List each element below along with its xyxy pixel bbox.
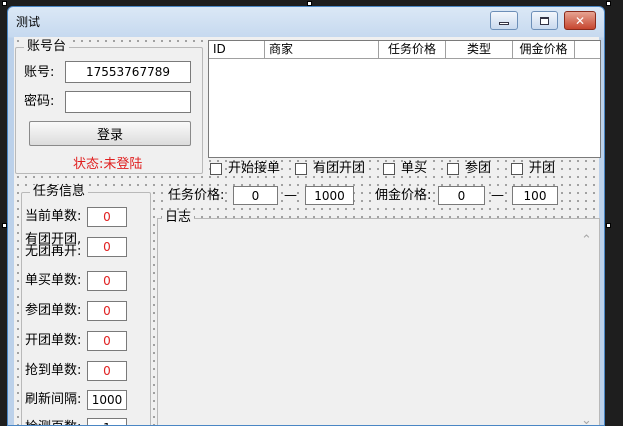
task-price-min-input[interactable] xyxy=(233,186,278,205)
task-info-label: 单买单数: xyxy=(25,273,82,288)
account-input[interactable] xyxy=(65,61,191,83)
checkbox-box xyxy=(511,163,523,175)
close-button[interactable]: ✕ xyxy=(564,11,596,30)
group-open-label: 有团开团 xyxy=(313,161,366,176)
task-info-group: 任务信息 当前单数: 有团开团, 无团再开: 单买单数: 参团单数: 开团单数: 抢到单数… xyxy=(21,185,151,425)
task-info-label: 抢到单数: xyxy=(25,363,82,378)
form-client-area: 账号台 账号: 密码: 登录 状态:未登陆 ID 商家 任务价格 类型 佣金价格… xyxy=(14,37,601,425)
start-accept-label: 开始接单 xyxy=(228,161,281,176)
log-scrollbar[interactable]: ⌃ ⌄ xyxy=(578,227,595,425)
task-info-value[interactable] xyxy=(87,361,127,381)
task-price-label: 任务价格: xyxy=(168,188,225,203)
log-textarea[interactable]: ⌃ ⌄ xyxy=(161,227,595,425)
log-group-title: 日志 xyxy=(162,211,195,225)
resize-handle[interactable] xyxy=(307,1,312,6)
maximize-button[interactable] xyxy=(531,11,558,30)
join-group-checkbox[interactable]: 参团 xyxy=(447,161,492,177)
task-info-value[interactable] xyxy=(87,418,127,425)
resize-handle[interactable] xyxy=(2,1,7,6)
checkbox-box xyxy=(383,163,395,175)
account-label: 账号: xyxy=(24,65,55,80)
commission-min-input[interactable] xyxy=(438,186,485,205)
account-group-title: 账号台 xyxy=(24,40,70,54)
close-icon: ✕ xyxy=(574,13,586,28)
login-button-label: 登录 xyxy=(96,128,123,143)
task-info-label: 刷新间隔: xyxy=(25,392,82,407)
main-window: 测试 ✕ 账号台 账号: 密码: 登录 状态:未登陆 ID 商家 xyxy=(7,6,605,426)
open-group-label: 开团 xyxy=(529,161,556,176)
log-group: 日志 ⌃ ⌄ xyxy=(157,211,600,425)
task-info-value[interactable] xyxy=(87,237,127,257)
task-price-max-input[interactable] xyxy=(305,186,354,205)
column-merchant[interactable]: 商家 xyxy=(265,41,379,58)
task-info-value[interactable] xyxy=(87,390,127,410)
column-task-price[interactable]: 任务价格 xyxy=(379,41,446,58)
open-group-checkbox[interactable]: 开团 xyxy=(511,161,556,177)
password-input[interactable] xyxy=(65,91,191,113)
task-info-value[interactable] xyxy=(87,301,127,321)
task-info-label: 开团单数: xyxy=(25,333,82,348)
checkbox-box xyxy=(210,163,222,175)
resize-handle[interactable] xyxy=(606,1,611,6)
column-id[interactable]: ID xyxy=(209,41,265,58)
commission-dash: — xyxy=(491,188,504,203)
login-button[interactable]: 登录 xyxy=(29,121,191,146)
task-info-value[interactable] xyxy=(87,207,127,227)
maximize-icon xyxy=(540,16,549,25)
checkbox-box xyxy=(447,163,459,175)
task-info-label: 参团单数: xyxy=(25,303,82,318)
task-price-dash: — xyxy=(284,188,297,203)
task-info-group-title: 任务信息 xyxy=(30,185,89,199)
task-info-label: 有团开团, 无团再开: xyxy=(25,232,82,259)
login-status: 状态:未登陆 xyxy=(73,157,143,172)
minimize-button[interactable] xyxy=(490,11,518,30)
account-group: 账号台 账号: 密码: 登录 状态:未登陆 xyxy=(15,40,203,174)
task-list[interactable]: ID 商家 任务价格 类型 佣金价格 xyxy=(208,40,601,158)
single-buy-label: 单买 xyxy=(401,161,428,176)
resize-handle[interactable] xyxy=(606,223,611,228)
column-commission[interactable]: 佣金价格 xyxy=(513,41,575,58)
window-title: 测试 xyxy=(16,15,41,29)
password-label: 密码: xyxy=(24,94,55,109)
minimize-icon xyxy=(499,22,509,25)
column-type[interactable]: 类型 xyxy=(446,41,513,58)
commission-price-label: 佣金价格: xyxy=(375,188,432,203)
commission-max-input[interactable] xyxy=(512,186,558,205)
single-buy-checkbox[interactable]: 单买 xyxy=(383,161,428,177)
resize-handle[interactable] xyxy=(2,223,7,228)
scroll-down-icon[interactable]: ⌄ xyxy=(581,413,592,425)
task-list-header: ID 商家 任务价格 类型 佣金价格 xyxy=(209,41,600,59)
join-group-label: 参团 xyxy=(465,161,492,176)
task-info-label: 当前单数: xyxy=(25,209,82,224)
title-bar[interactable]: 测试 ✕ xyxy=(8,7,604,35)
checkbox-box xyxy=(295,163,307,175)
scroll-up-icon[interactable]: ⌃ xyxy=(581,233,592,248)
group-open-checkbox[interactable]: 有团开团 xyxy=(295,161,366,177)
start-accept-checkbox[interactable]: 开始接单 xyxy=(210,161,281,177)
task-info-value[interactable] xyxy=(87,271,127,291)
task-info-value[interactable] xyxy=(87,331,127,351)
